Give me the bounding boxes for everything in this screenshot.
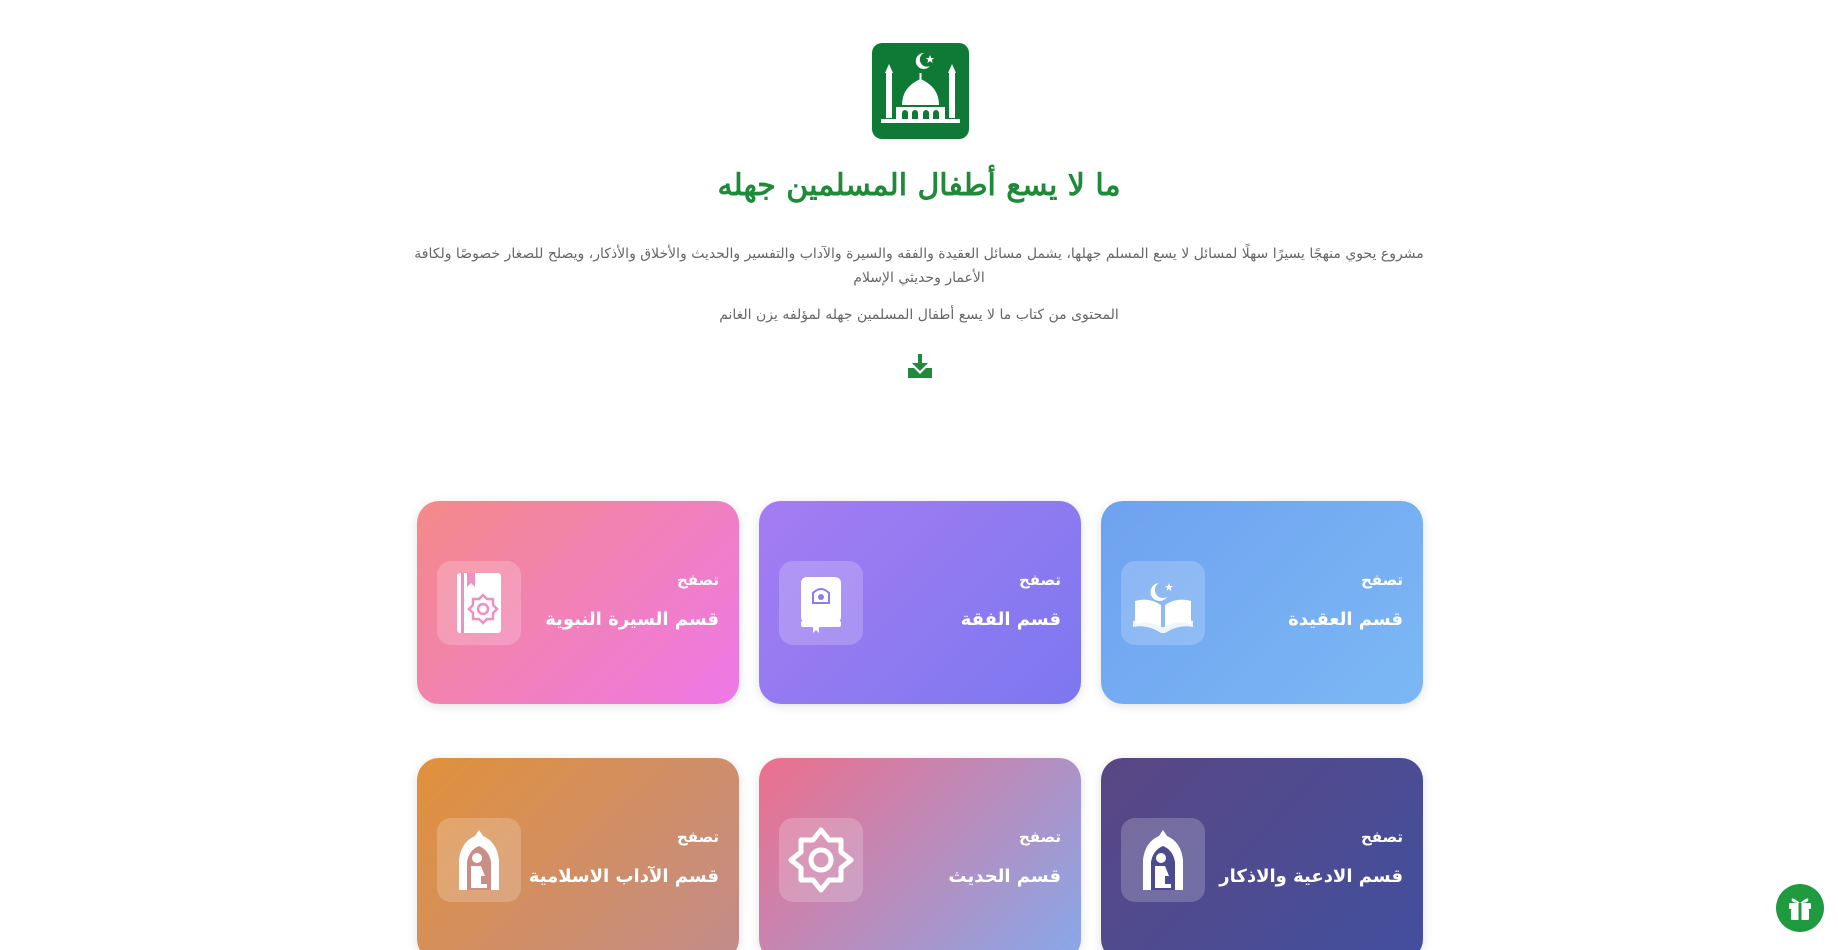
card-browse-label: تصفح — [676, 571, 719, 589]
praying-person-icon — [437, 818, 521, 902]
card-browse-label: تصفح — [1360, 828, 1403, 846]
page: ما لا يسع أطفال المسلمين جهله مشروع يحوي… — [0, 0, 1838, 950]
card-browse-label: تصفح — [1018, 571, 1061, 589]
book-bookmark-icon — [437, 561, 521, 645]
page-title: ما لا يسع أطفال المسلمين جهله — [717, 168, 1121, 203]
card-hadith[interactable]: تصفح قسم الحديث — [759, 758, 1081, 950]
card-title: قسم السيرة النبوية — [545, 609, 719, 630]
open-book-crescent-icon — [1121, 561, 1205, 645]
card-fiqh[interactable]: تصفح قسم الفقة — [759, 501, 1081, 704]
card-aqeedah[interactable]: تصفح قسم العقيدة — [1101, 501, 1423, 704]
card-title: قسم الادعية والاذكار — [1219, 866, 1403, 887]
card-title: قسم الآداب الاسلامية — [528, 866, 719, 887]
card-browse-label: تصفح — [1360, 571, 1403, 589]
card-title: قسم العقيدة — [1288, 609, 1403, 630]
source-note: المحتوى من كتاب ما لا يسع أطفال المسلمين… — [719, 307, 1119, 323]
project-description: مشروع يحوي منهجًا يسيرًا سهلًا لمسائل لا… — [414, 246, 1424, 286]
islamic-star-icon — [779, 818, 863, 902]
praying-person-icon — [1121, 818, 1205, 902]
card-duaa-adhkar[interactable]: تصفح قسم الادعية والاذكار — [1101, 758, 1423, 950]
mosque-icon — [872, 43, 969, 139]
card-title: قسم الفقة — [960, 609, 1061, 630]
card-islamic-manners[interactable]: تصفح قسم الآداب الاسلامية — [417, 758, 739, 950]
card-browse-label: تصفح — [1018, 828, 1061, 846]
card-seerah[interactable]: تصفح قسم السيرة النبوية — [417, 501, 739, 704]
card-title: قسم الحديث — [948, 866, 1061, 887]
quran-book-icon — [779, 561, 863, 645]
card-browse-label: تصفح — [676, 828, 719, 846]
download-icon[interactable] — [907, 353, 933, 379]
gift-icon[interactable] — [1776, 884, 1824, 932]
